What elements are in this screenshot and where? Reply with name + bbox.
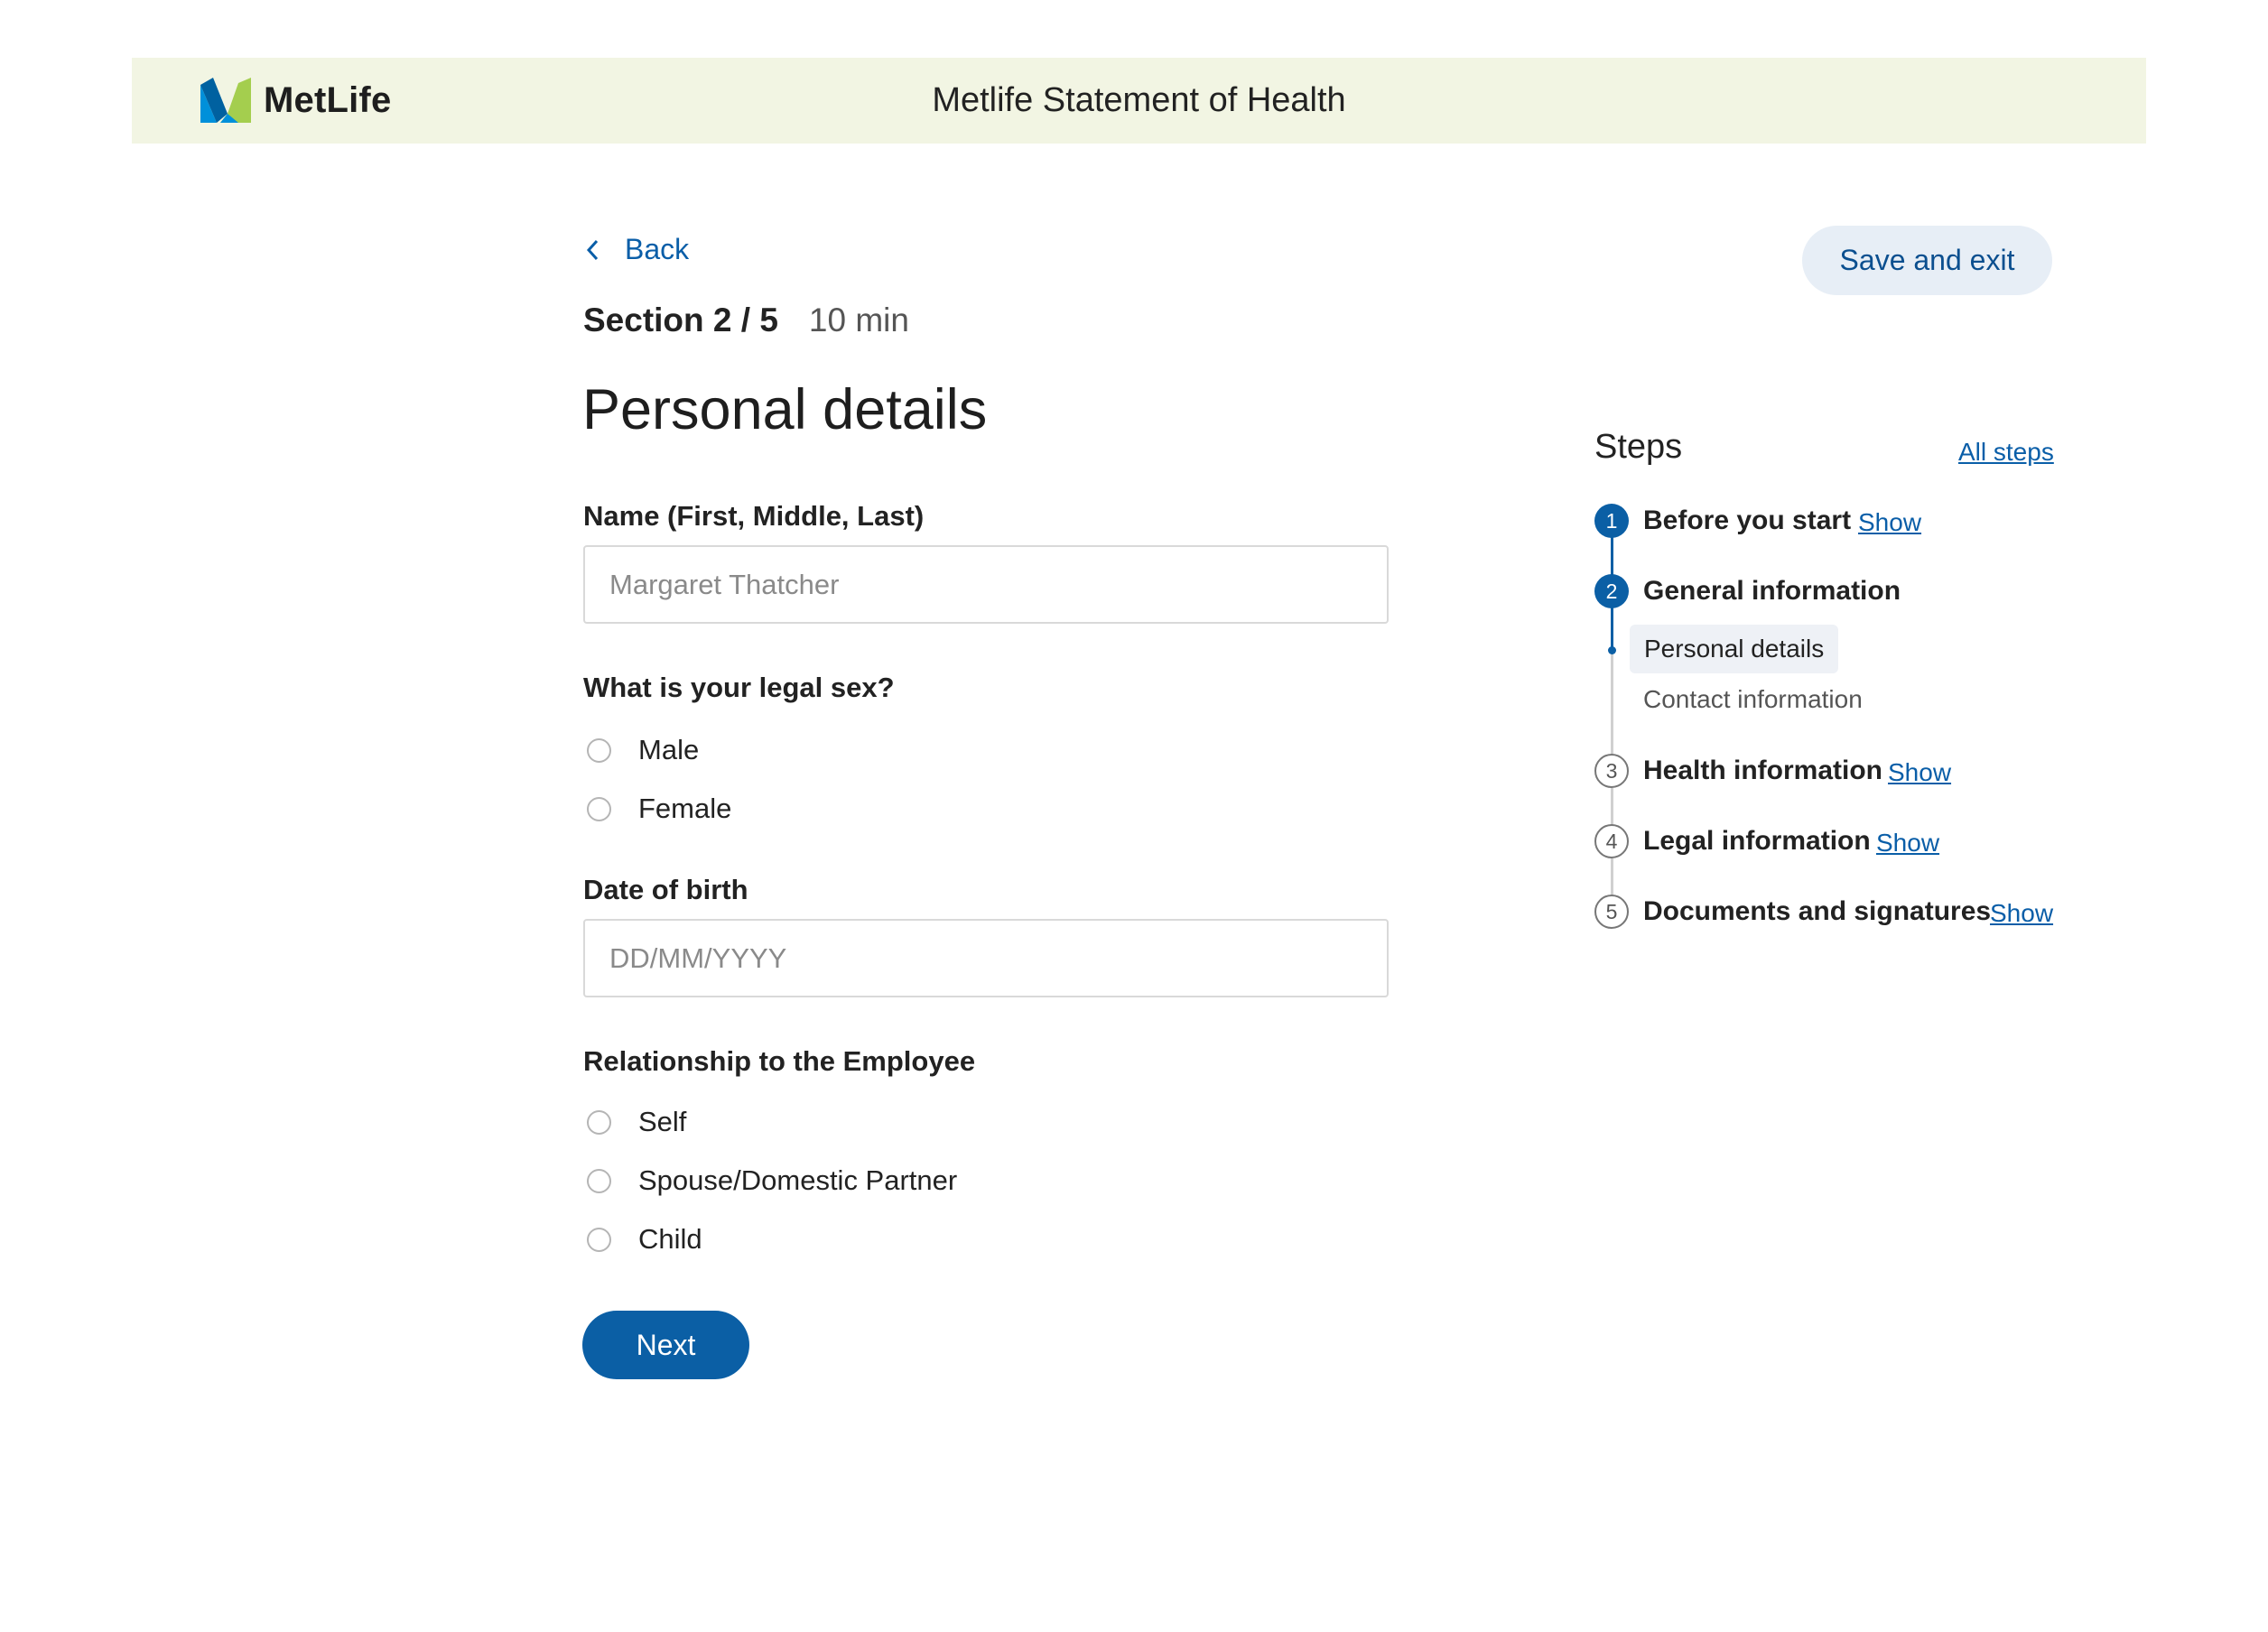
name-input[interactable] [583,545,1389,624]
header-title: Metlife Statement of Health [932,81,1346,119]
radio-child-label: Child [638,1223,702,1255]
radio-circle[interactable] [587,1109,611,1135]
radio-circle[interactable] [587,796,611,821]
radio-spouse-label: Spouse/Domestic Partner [638,1164,958,1196]
step-2-number: 2 [1594,574,1629,608]
substep-personal-details[interactable]: Personal details [1630,625,1839,673]
all-steps-link[interactable]: All steps [1958,438,2054,467]
back-label: Back [625,233,690,265]
dob-label: Date of birth [583,874,748,905]
radio-self[interactable]: Self [587,1106,686,1138]
step-4-label: Legal information [1643,826,1871,856]
radio-spouse[interactable]: Spouse/Domestic Partner [587,1164,957,1197]
step-4-number: 4 [1594,824,1629,858]
radio-female[interactable]: Female [587,793,731,825]
radio-female-label: Female [638,793,732,824]
section-number: Section 2 / 5 [583,301,778,338]
radio-child[interactable]: Child [587,1223,702,1256]
step-3-label: Health information [1643,756,1883,785]
step-2-label: General information [1643,576,1901,606]
step-1-number: 1 [1594,504,1629,538]
radio-circle[interactable] [587,737,611,763]
relationship-label: Relationship to the Employee [583,1045,976,1077]
radio-male-label: Male [638,734,700,765]
section-indicator: Section 2 / 5 10 min [583,301,909,339]
radio-circle[interactable] [587,1168,611,1193]
step-connector [1611,858,1613,896]
radio-circle[interactable] [587,1227,611,1252]
back-link[interactable]: Back [583,233,689,266]
step-5-number: 5 [1594,895,1629,929]
step-connector [1611,652,1613,755]
step-1-label: Before you start [1643,505,1852,535]
current-substep-dot [1608,646,1616,654]
save-and-exit-button[interactable]: Save and exit [1802,226,2052,295]
step-4-show-link[interactable]: Show [1876,829,1939,858]
step-3-show-link[interactable]: Show [1888,758,1951,787]
step-5-label: Documents and signatures [1643,896,1992,926]
steps-title: Steps [1594,428,1683,466]
step-connector [1611,788,1613,826]
step-1-show-link[interactable]: Show [1858,508,1921,537]
step-3-number: 3 [1594,754,1629,788]
page-title: Personal details [582,378,988,441]
substep-contact-information[interactable]: Contact information [1643,685,1863,714]
radio-male[interactable]: Male [587,734,699,766]
legal-sex-label: What is your legal sex? [583,672,895,703]
app-header: MetLife Metlife Statement of Health [132,58,2146,144]
section-time: 10 min [808,301,909,338]
step-5-show-link[interactable]: Show [1990,899,2053,928]
step-connector [1611,607,1613,652]
next-button[interactable]: Next [582,1311,749,1379]
name-label: Name (First, Middle, Last) [583,500,925,532]
radio-self-label: Self [638,1106,687,1137]
chevron-left-icon [586,239,599,260]
dob-input[interactable] [583,919,1389,997]
